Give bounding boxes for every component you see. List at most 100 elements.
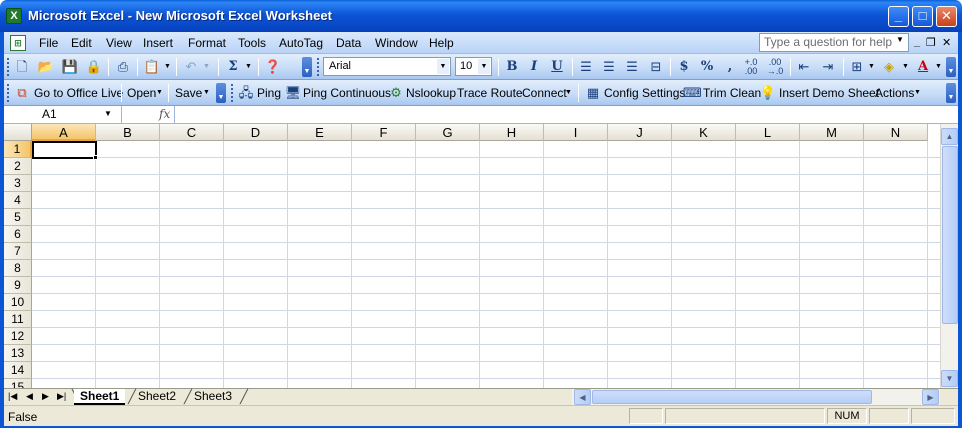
fill-color-icon[interactable]: ◈ xyxy=(880,58,898,76)
column-header-e[interactable]: E xyxy=(288,124,352,141)
toolbar-options-chevron[interactable]: ▼ xyxy=(302,57,312,77)
insert-function-icon[interactable]: fx xyxy=(159,107,170,121)
font-size-combo[interactable]: 10 ▼ xyxy=(455,57,492,76)
column-header-n[interactable]: N xyxy=(864,124,928,141)
prev-sheet-icon[interactable]: ◀ xyxy=(26,391,33,402)
scroll-up-icon[interactable]: ▲ xyxy=(941,128,958,145)
menu-insert[interactable]: Insert xyxy=(143,36,173,50)
row-header-6[interactable]: 6 xyxy=(4,226,32,243)
connect-dropdown-icon[interactable]: ▼ xyxy=(565,89,572,96)
trim-clean-button[interactable]: Trim Clean xyxy=(703,86,761,100)
save-icon[interactable]: 💾 xyxy=(61,58,79,76)
spreadsheet-grid[interactable]: ABCDEFGHIJKLMN 1 2 3 4 5 6 7 8 9 10 11 12 13 14 15 xyxy=(4,124,940,388)
row-header-15[interactable]: 15 xyxy=(4,379,32,388)
row-header-8[interactable]: 8 xyxy=(4,260,32,277)
currency-button[interactable]: $ xyxy=(675,58,693,76)
open-icon[interactable]: 📂 xyxy=(37,58,55,76)
autosum-icon[interactable]: Σ xyxy=(224,58,242,76)
horizontal-scroll-thumb[interactable] xyxy=(592,390,872,404)
ping-continuous-icon[interactable]: 🖥 xyxy=(284,84,302,102)
paste-icon[interactable]: 📋 xyxy=(143,58,161,76)
increase-decimal-button[interactable]: +.0 .00 xyxy=(742,58,760,76)
menu-edit[interactable]: Edit xyxy=(71,36,92,50)
align-center-icon[interactable]: ☰ xyxy=(600,58,618,76)
actions-menu-button[interactable]: Actions xyxy=(875,86,914,100)
open-dropdown-icon[interactable]: ▼ xyxy=(156,89,163,96)
vertical-scroll-thumb[interactable] xyxy=(942,146,958,324)
help-dropdown-icon[interactable]: ▼ xyxy=(896,35,904,44)
workbook-icon[interactable]: ⊞ xyxy=(10,35,26,51)
menu-format[interactable]: Format xyxy=(188,36,226,50)
print-icon[interactable]: ⎙ xyxy=(114,58,132,76)
scroll-left-icon[interactable]: ◀ xyxy=(574,389,591,405)
column-header-m[interactable]: M xyxy=(800,124,864,141)
paste-dropdown-icon[interactable]: ▼ xyxy=(164,63,171,70)
toolbar-grip[interactable] xyxy=(317,58,321,76)
column-header-i[interactable]: I xyxy=(544,124,608,141)
close-button[interactable]: ✕ xyxy=(936,6,957,27)
borders-icon[interactable]: ⊞ xyxy=(848,58,866,76)
maximize-button[interactable]: □ xyxy=(912,6,933,27)
actions-dropdown-icon[interactable]: ▼ xyxy=(914,89,921,96)
doc-restore-button[interactable]: ❐ xyxy=(926,36,936,49)
autosum-dropdown-icon[interactable]: ▼ xyxy=(245,63,252,70)
align-right-icon[interactable]: ☰ xyxy=(623,58,641,76)
menu-window[interactable]: Window xyxy=(375,36,418,50)
column-header-f[interactable]: F xyxy=(352,124,416,141)
select-all-corner[interactable] xyxy=(4,124,32,141)
italic-button[interactable]: I xyxy=(525,58,543,76)
fill-handle[interactable] xyxy=(93,155,98,160)
menu-tools[interactable]: Tools xyxy=(238,36,266,50)
nslookup-button[interactable]: Nslookup xyxy=(406,86,456,100)
toolbar-grip[interactable] xyxy=(7,58,11,76)
toolbar-options-chevron[interactable]: ▼ xyxy=(946,57,956,77)
row-header-11[interactable]: 11 xyxy=(4,311,32,328)
ping-icon[interactable]: 🖧 xyxy=(237,84,255,102)
decrease-decimal-button[interactable]: .00 →.0 xyxy=(766,58,784,76)
open-menu-button[interactable]: Open xyxy=(127,86,156,100)
align-left-icon[interactable]: ☰ xyxy=(577,58,595,76)
permission-icon[interactable]: 🔒 xyxy=(85,58,103,76)
toolbar-options-chevron[interactable]: ▼ xyxy=(946,83,956,103)
new-icon[interactable]: 🗋 xyxy=(13,58,31,76)
save-menu-button[interactable]: Save xyxy=(175,86,202,100)
horizontal-scrollbar[interactable]: ◀ ▶ xyxy=(572,389,940,405)
row-header-7[interactable]: 7 xyxy=(4,243,32,260)
insert-demo-sheet-button[interactable]: Insert Demo Sheet xyxy=(779,86,879,100)
excel-app-icon[interactable]: X xyxy=(6,8,22,24)
row-header-3[interactable]: 3 xyxy=(4,175,32,192)
undo-dropdown-icon[interactable]: ▼ xyxy=(203,63,210,70)
menu-autotag[interactable]: AutoTag xyxy=(279,36,323,50)
font-color-dropdown-icon[interactable]: ▼ xyxy=(935,63,942,70)
column-header-j[interactable]: J xyxy=(608,124,672,141)
comma-style-button[interactable]: , xyxy=(721,58,739,76)
row-header-5[interactable]: 5 xyxy=(4,209,32,226)
increase-indent-icon[interactable]: ⇥ xyxy=(819,58,837,76)
save-dropdown-icon[interactable]: ▼ xyxy=(203,89,210,96)
scroll-down-icon[interactable]: ▼ xyxy=(941,370,958,387)
trace-route-button[interactable]: Trace Route xyxy=(457,86,523,100)
trim-clean-icon[interactable]: ⌨ xyxy=(683,84,702,102)
doc-minimize-button[interactable]: _ xyxy=(914,36,920,48)
underline-button[interactable]: U xyxy=(548,58,566,76)
sheet-tab-sheet1[interactable]: Sheet1 xyxy=(74,389,126,405)
row-header-4[interactable]: 4 xyxy=(4,192,32,209)
active-cell-a1[interactable] xyxy=(32,141,97,159)
font-color-icon[interactable]: A xyxy=(914,58,932,76)
connect-menu-button[interactable]: Connect xyxy=(522,86,567,100)
row-header-1[interactable]: 1 xyxy=(4,141,32,158)
sheet-tab-sheet3[interactable]: Sheet3 xyxy=(188,389,238,405)
lightbulb-icon[interactable]: 💡 xyxy=(759,84,777,102)
column-header-a[interactable]: A xyxy=(32,124,96,141)
menu-help[interactable]: Help xyxy=(429,36,454,50)
row-header-12[interactable]: 12 xyxy=(4,328,32,345)
nslookup-icon[interactable]: ⚙ xyxy=(387,84,405,102)
column-header-g[interactable]: G xyxy=(416,124,480,141)
row-header-9[interactable]: 9 xyxy=(4,277,32,294)
borders-dropdown-icon[interactable]: ▼ xyxy=(868,63,875,70)
ping-continuous-button[interactable]: Ping Continuous xyxy=(303,86,391,100)
menu-file[interactable]: File xyxy=(39,36,58,50)
first-sheet-icon[interactable]: |◀ xyxy=(8,391,17,402)
ping-button[interactable]: Ping xyxy=(257,86,281,100)
font-size-dropdown-icon[interactable]: ▼ xyxy=(478,59,490,74)
